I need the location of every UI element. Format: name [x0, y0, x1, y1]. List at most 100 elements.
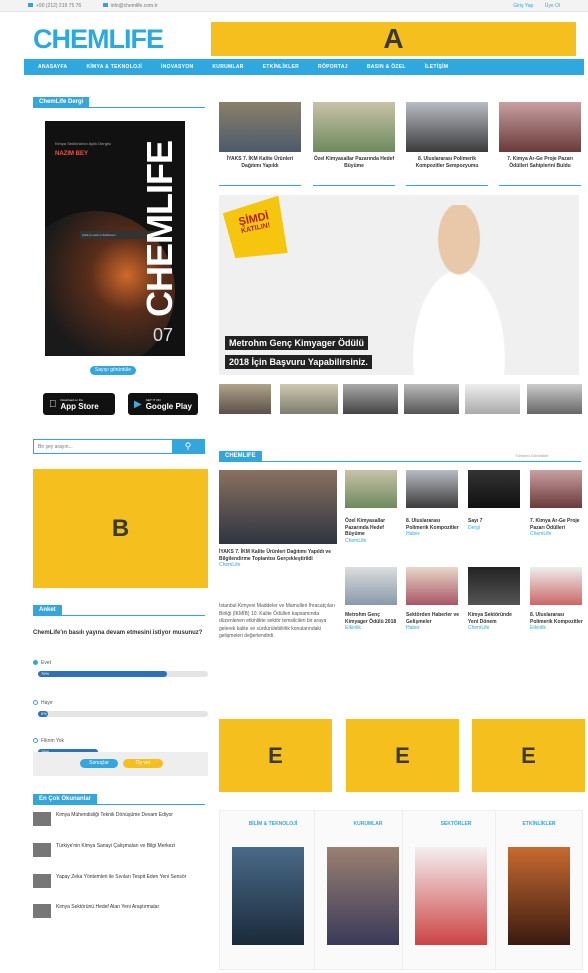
poll-option-3[interactable]: Fikrim Yok — [33, 738, 64, 744]
grid-item[interactable]: 7. Kimya Ar-Ge Proje Pazarı Ödülleri Chem… — [530, 518, 584, 538]
search-input[interactable] — [34, 440, 172, 453]
nav-item-events[interactable]: ETKİNLİKLER — [263, 64, 299, 70]
slider-thumb[interactable] — [343, 384, 398, 414]
view-issue-button[interactable]: Sayıyı görüntüle — [90, 366, 136, 375]
lead-article-tag[interactable]: ChemLife — [219, 562, 337, 569]
nav-item-institutions[interactable]: KURUMLAR — [212, 64, 243, 70]
news-title[interactable]: Kimya Sektörünü Hedef Alan Yeni Araştırm… — [56, 904, 159, 918]
phone-text: +90 (212) 219 75 76 — [36, 2, 82, 9]
card-title-4[interactable]: 7. Kimya Ar-Ge Proje Pazarı Ödülleri Sah… — [499, 156, 581, 170]
search-button[interactable]: ⚲ — [172, 440, 204, 453]
grid-item[interactable]: Kimya Sektöründe Yeni Dönem ChemLife — [468, 612, 522, 632]
view-all-link[interactable]: Tümünü Görüntüle — [515, 453, 548, 458]
popular-item[interactable]: Yapay Zeka Yöntemleri ile Sıvıları Tespi… — [33, 874, 208, 888]
grid-image[interactable] — [406, 567, 458, 605]
ad-banner-e-1[interactable]: E — [219, 719, 332, 792]
popular-item[interactable]: Kimya Mühendisliği Teknik Dönüşüme Devam… — [33, 812, 208, 826]
ad-banner-b[interactable]: B — [33, 469, 208, 588]
grid-title[interactable]: Özel Kimyasallar Pazarında Hedef Büyüme — [345, 518, 399, 538]
card-image-2[interactable] — [313, 102, 395, 152]
radio-button[interactable] — [33, 660, 38, 666]
grid-title[interactable]: Sektörden Haberler ve Gelişmeler — [406, 612, 460, 625]
category-card[interactable]: ETKİNLİKLER — [495, 810, 583, 970]
magazine-cover[interactable]: Kimya Sektörünün Aylık Dergisi NAZIM BEY… — [45, 121, 185, 356]
ad-banner-e-2[interactable]: E — [346, 719, 459, 792]
grid-tag[interactable]: ChemLife — [530, 531, 584, 538]
card-image-1[interactable] — [219, 102, 301, 152]
grid-title[interactable]: Metrohm Genç Kimyager Ödülü 2018 — [345, 612, 399, 625]
grid-tag[interactable]: Haber — [406, 625, 460, 632]
grid-image[interactable] — [530, 567, 582, 605]
google-play-button[interactable]: ▶ GET IT ON Google Play — [128, 393, 198, 415]
hero-slider[interactable]: ŞİMDİ KATILIN! Metrohm Genç Kimyager Ödül… — [219, 195, 579, 375]
grid-title[interactable]: 8. Uluslararası Polimerik Kompozitler — [406, 518, 460, 531]
news-title[interactable]: Kimya Mühendisliği Teknik Dönüşüme Devam… — [56, 812, 173, 826]
lead-article-image[interactable] — [219, 470, 337, 544]
grid-image[interactable] — [530, 470, 582, 508]
nav-item-contact[interactable]: İLETİŞİM — [425, 64, 449, 70]
card-image-4[interactable] — [499, 102, 581, 152]
grid-tag[interactable]: Etkinlik — [345, 625, 399, 632]
grid-item[interactable]: Sayı 7 Dergi — [468, 518, 522, 531]
register-link[interactable]: Üye Ol — [545, 3, 560, 9]
poll-vote-button[interactable]: Oy ver — [123, 759, 163, 768]
grid-item[interactable]: 8. Uluslararası Polimerik Kompozitler Etk… — [530, 612, 584, 632]
grid-item[interactable]: Metrohm Genç Kimyager Ödülü 2018 Etkinlik — [345, 612, 399, 632]
grid-image[interactable] — [468, 470, 520, 508]
news-title[interactable]: Yapay Zeka Yöntemleri ile Sıvıları Tespi… — [56, 874, 186, 888]
grid-image[interactable] — [345, 567, 397, 605]
radio-button[interactable] — [33, 700, 38, 706]
grid-title[interactable]: Kimya Sektöründe Yeni Dönem — [468, 612, 522, 625]
nav-item-press[interactable]: BASIN & ÖZEL — [367, 64, 406, 70]
grid-tag[interactable]: Haber — [406, 531, 460, 538]
category-card[interactable]: SEKTÖRLER — [402, 810, 510, 970]
news-title[interactable]: Türkiye'nin Kimya Sanayi Çalışmaları ve … — [56, 843, 175, 857]
nav-item-home[interactable]: ANASAYFA — [38, 64, 67, 70]
site-logo[interactable]: CHEMLIFE — [33, 24, 164, 55]
app-store-button[interactable]:  Download on theApp Store — [43, 393, 115, 415]
google-play-label: Google Play — [145, 401, 192, 411]
grid-title[interactable]: 8. Uluslararası Polimerik Kompozitler — [530, 612, 584, 625]
slider-thumb[interactable] — [280, 384, 338, 414]
popular-item[interactable]: Kimya Sektörünü Hedef Alan Yeni Araştırm… — [33, 904, 208, 918]
grid-tag[interactable]: ChemLife — [345, 538, 399, 545]
poll-results-button[interactable]: Sonuçlar — [80, 759, 118, 768]
category-label[interactable]: BİLİM & TEKNOLOJİ — [220, 821, 326, 827]
grid-image[interactable] — [345, 470, 397, 508]
login-link[interactable]: Giriş Yap — [513, 3, 533, 9]
site-header: CHEMLIFE A — [0, 18, 588, 58]
ad-banner-e-3[interactable]: E — [472, 719, 585, 792]
lead-article-title[interactable]: İYAKS 7. İKM Kalite Ürünleri Dağıtımı Ya… — [219, 549, 337, 562]
card-title-2[interactable]: Özel Kimyasallar Pazarında Hedef Büyüme — [313, 156, 395, 170]
grid-tag[interactable]: Dergi — [468, 525, 522, 532]
slider-thumb[interactable] — [527, 384, 582, 414]
grid-item[interactable]: Sektörden Haberler ve Gelişmeler Haber — [406, 612, 460, 632]
card-image-3[interactable] — [406, 102, 488, 152]
slider-thumb[interactable] — [465, 384, 520, 414]
card-title-1[interactable]: İYAKS 7. İKM Kalite Ürünleri Dağıtımı Ya… — [219, 156, 301, 170]
poll-option-1[interactable]: Evet — [33, 660, 51, 666]
nav-item-chemistry-tech[interactable]: KİMYA & TEKNOLOJİ — [86, 64, 142, 70]
email-text[interactable]: info@chemlife.com.tr — [111, 3, 158, 9]
category-label[interactable]: SEKTÖRLER — [403, 821, 509, 827]
nav-item-interview[interactable]: RÖPORTAJ — [318, 64, 348, 70]
poll-option-2[interactable]: Hayır — [33, 700, 53, 706]
grid-image[interactable] — [406, 470, 458, 508]
grid-tag[interactable]: ChemLife — [468, 625, 522, 632]
radio-button[interactable] — [33, 738, 38, 744]
card-title-3[interactable]: 8. Uluslararası Polimerik Kompozitler Se… — [406, 156, 488, 170]
slider-thumb[interactable] — [219, 384, 271, 414]
grid-item[interactable]: Özel Kimyasallar Pazarında Hedef Büyüme C… — [345, 518, 399, 544]
grid-title[interactable]: 7. Kimya Ar-Ge Proje Pazarı Ödülleri — [530, 518, 584, 531]
popular-item[interactable]: Türkiye'nin Kimya Sanayi Çalışmaları ve … — [33, 843, 208, 857]
nav-item-innovation[interactable]: İNOVASYON — [161, 64, 193, 70]
grid-image[interactable] — [468, 567, 520, 605]
ad-banner-a[interactable]: A — [211, 22, 576, 56]
category-card[interactable]: BİLİM & TEKNOLOJİ — [219, 810, 327, 970]
slider-thumb[interactable] — [404, 384, 459, 414]
email-info[interactable]: info@chemlife.com.tr — [102, 3, 168, 9]
lead-article[interactable]: İYAKS 7. İKM Kalite Ürünleri Dağıtımı Ya… — [219, 549, 337, 569]
grid-item[interactable]: 8. Uluslararası Polimerik Kompozitler Hab… — [406, 518, 460, 538]
category-label[interactable]: ETKİNLİKLER — [496, 821, 582, 827]
grid-tag[interactable]: Etkinlik — [530, 625, 584, 632]
